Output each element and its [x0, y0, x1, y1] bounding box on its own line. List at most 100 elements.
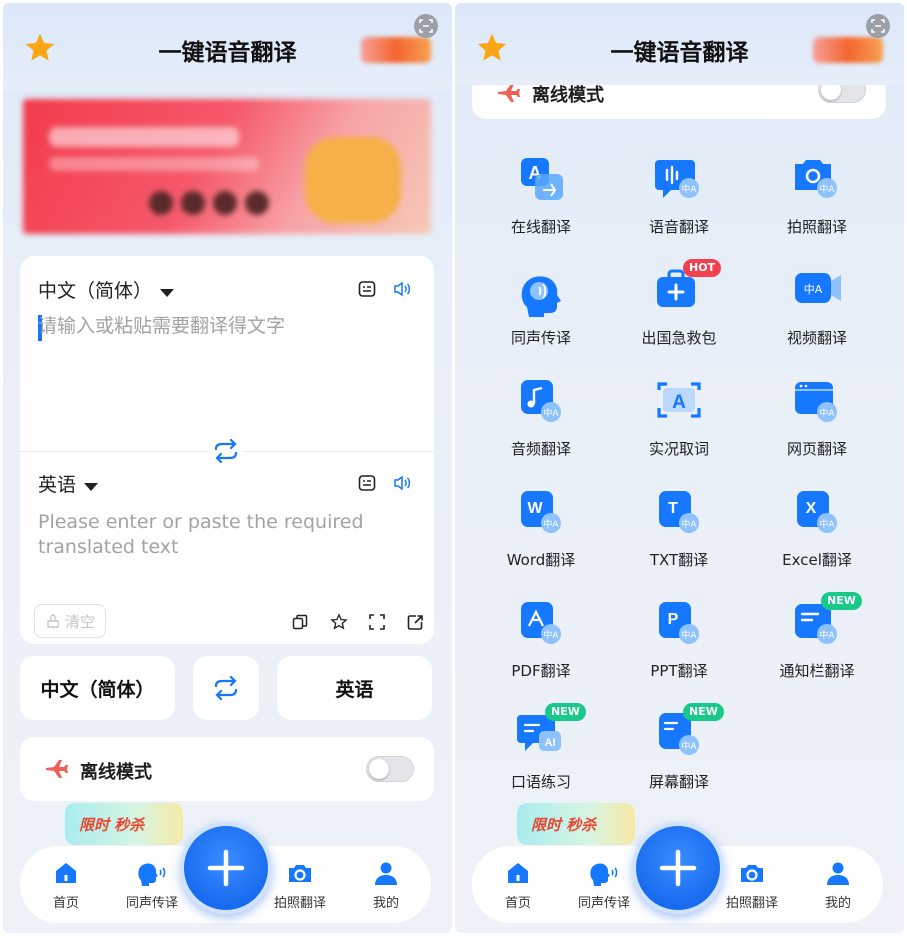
promo-badge[interactable] — [361, 37, 431, 63]
feature-live-capture[interactable]: A 实况取词 — [610, 376, 748, 459]
add-button[interactable] — [632, 822, 724, 914]
feature-ppt-translate[interactable]: P 中A PPT翻译 — [610, 598, 748, 681]
nav-mine-label: 我的 — [372, 896, 399, 911]
offline-mode-label: 离线模式 — [80, 762, 152, 783]
hot-badge: HOT — [683, 259, 722, 277]
promo-badge[interactable] — [813, 37, 883, 63]
chevron-down-icon — [160, 288, 175, 297]
feature-label: Excel翻译 — [782, 551, 852, 569]
target-language-button[interactable]: 英语 — [277, 656, 432, 720]
target-language-selector[interactable]: 英语 — [38, 470, 99, 497]
svg-text:AI: AI — [545, 737, 556, 749]
nav-mine[interactable]: 我的 — [346, 860, 426, 911]
feature-pdf-translate[interactable]: 中A PDF翻译 — [472, 598, 610, 681]
feature-label: 通知栏翻译 — [779, 662, 855, 680]
live-capture-icon: A — [657, 382, 701, 418]
feature-word-translate[interactable]: W 中A Word翻译 — [472, 487, 610, 570]
feature-first-aid-kit[interactable]: HOT 出国急救包 — [610, 259, 748, 348]
add-button[interactable] — [180, 822, 272, 914]
svg-text:中A: 中A — [543, 629, 559, 641]
camera-icon — [289, 865, 311, 882]
feature-label: 在线翻译 — [510, 218, 571, 236]
translate-icon: A — [521, 158, 563, 200]
speaker-icon[interactable] — [392, 472, 414, 494]
feature-simultaneous-interpret[interactable]: 同声传译 — [472, 265, 610, 348]
feature-label: 屏幕翻译 — [648, 773, 709, 791]
nav-home[interactable]: 首页 — [478, 860, 558, 911]
nav-photo-translate[interactable]: 拍照翻译 — [260, 860, 340, 911]
promo-banner[interactable] — [23, 99, 431, 234]
feature-notification-translate[interactable]: 中A NEW 通知栏翻译 — [748, 592, 886, 681]
clear-button[interactable]: 清空 — [34, 604, 106, 638]
svg-text:中A: 中A — [681, 629, 697, 641]
home-icon — [56, 863, 76, 883]
feature-txt-translate[interactable]: T 中A TXT翻译 — [610, 487, 748, 570]
pdf-file-icon: 中A — [521, 602, 561, 644]
target-text-output[interactable]: Please enter or paste the required trans… — [38, 510, 398, 560]
nav-photo-label: 拍照翻译 — [273, 896, 326, 911]
feature-camera-translate[interactable]: 中A 拍照翻译 — [748, 154, 886, 237]
source-language-selector[interactable]: 中文（简体） — [38, 276, 175, 303]
swap-languages-button[interactable] — [193, 656, 259, 720]
interpret-head-icon — [590, 863, 618, 886]
camera-icon — [741, 865, 763, 882]
svg-text:中A: 中A — [819, 407, 835, 419]
screen-home-translate: 一键语音翻译 中文（简体） 请输入或粘贴需要翻译得文字 英语 Please en… — [3, 3, 452, 933]
interpret-head-icon — [138, 863, 166, 886]
feature-online-translate[interactable]: A 在线翻译 — [472, 154, 610, 237]
svg-text:中A: 中A — [819, 629, 835, 641]
svg-text:中A: 中A — [543, 518, 559, 530]
feature-webpage-translate[interactable]: 中A 网页翻译 — [748, 376, 886, 459]
feature-label: 网页翻译 — [786, 440, 847, 458]
fullscreen-icon[interactable] — [367, 612, 387, 632]
flash-sale-badge[interactable]: 限时 秒杀 — [517, 803, 635, 845]
speaker-icon[interactable] — [392, 278, 414, 300]
source-language-button[interactable]: 中文（简体） — [20, 656, 175, 720]
offline-mode-toggle[interactable] — [366, 756, 414, 782]
svg-text:中A: 中A — [819, 183, 835, 195]
home-icon — [508, 863, 528, 883]
nav-photo-label: 拍照翻译 — [725, 896, 778, 911]
screen-feature-grid: 离线模式 一键语音翻译 A 在线翻译 中A 语音翻译 中A 拍照翻译 同声传译 … — [455, 3, 904, 933]
svg-text:T: T — [668, 500, 678, 517]
feature-label: PPT翻译 — [650, 662, 708, 680]
swap-languages-icon[interactable] — [209, 438, 243, 464]
feature-screen-translate[interactable]: 中A NEW 屏幕翻译 — [610, 703, 748, 792]
new-badge: NEW — [821, 592, 862, 610]
excel-file-icon: X中A — [797, 491, 837, 533]
flash-sale-badge[interactable]: 限时 秒杀 — [65, 803, 183, 845]
svg-text:中A: 中A — [804, 283, 823, 296]
clear-label: 清空 — [64, 612, 95, 631]
offline-mode-row: 离线模式 — [20, 737, 434, 801]
ppt-file-icon: P中A — [659, 602, 699, 644]
feature-voice-translate[interactable]: 中A 语音翻译 — [610, 154, 748, 237]
feature-speaking-practice[interactable]: AI NEW 口语练习 — [472, 703, 610, 792]
camera-translate-icon: 中A — [795, 160, 837, 198]
nav-home[interactable]: 首页 — [26, 860, 106, 911]
feature-excel-translate[interactable]: X 中A Excel翻译 — [748, 487, 886, 570]
keyboard-icon[interactable] — [356, 278, 378, 300]
feature-label: 同声传译 — [510, 329, 571, 347]
nav-home-label: 首页 — [504, 896, 531, 911]
airplane-icon — [46, 760, 68, 778]
copy-icon[interactable] — [290, 612, 310, 632]
source-language-label: 中文（简体） — [38, 280, 153, 302]
source-text-input[interactable]: 请输入或粘贴需要翻译得文字 — [38, 314, 418, 339]
nav-photo-translate[interactable]: 拍照翻译 — [712, 860, 792, 911]
voice-translate-icon: 中A — [655, 160, 699, 198]
scan-icon[interactable] — [866, 14, 890, 38]
nav-interpret-label: 同声传译 — [577, 896, 630, 911]
chevron-down-icon — [84, 482, 99, 491]
feature-label: PDF翻译 — [511, 662, 571, 680]
feature-video-translate[interactable]: 中A 视频翻译 — [748, 265, 886, 348]
txt-file-icon: T中A — [659, 491, 699, 533]
feature-label: 音频翻译 — [510, 440, 571, 458]
feature-audio-translate[interactable]: 中A 音频翻译 — [472, 376, 610, 459]
star-outline-icon[interactable] — [329, 612, 349, 632]
nav-interpret-label: 同声传译 — [125, 896, 178, 911]
scan-icon[interactable] — [414, 14, 438, 38]
svg-text:中A: 中A — [681, 518, 697, 530]
share-icon[interactable] — [405, 612, 425, 632]
nav-mine[interactable]: 我的 — [798, 860, 878, 911]
keyboard-icon[interactable] — [356, 472, 378, 494]
